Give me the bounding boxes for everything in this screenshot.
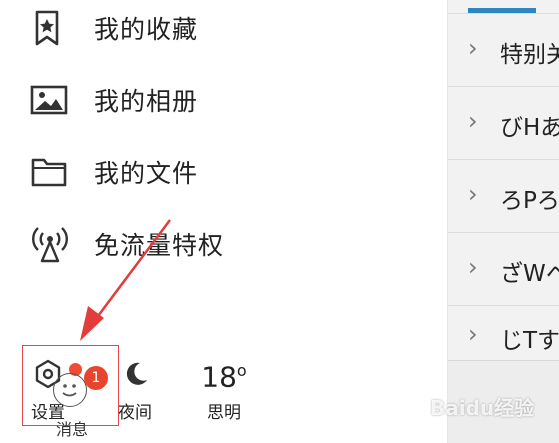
chevron-right-icon: › (468, 320, 478, 348)
list-item-title: 特别关 (500, 42, 559, 68)
menu-item-label: 免流量特权 (94, 231, 225, 260)
menu-item-files[interactable]: 我的文件 (30, 147, 410, 197)
chevron-right-icon: › (468, 180, 478, 208)
menu-item-label: 我的收藏 (94, 15, 199, 44)
chevron-right-icon: › (468, 34, 478, 62)
list-item-title: じTす (500, 328, 559, 354)
menu-item-label: 我的文件 (94, 159, 199, 188)
night-mode-button[interactable]: 夜间 (113, 358, 157, 423)
chevron-right-icon: › (468, 253, 478, 281)
temperature-value: 18 (201, 360, 237, 394)
menu-item-free-data[interactable]: 免流量特权 (30, 219, 410, 269)
weather-city-label: 思明 (207, 403, 241, 423)
unread-badge: 1 (84, 366, 108, 390)
weather-temperature: 18o (198, 352, 250, 394)
list-item-title: びHあ (500, 115, 559, 141)
bookmark-star-icon (30, 8, 74, 48)
list-item[interactable]: › ざWヘ (448, 233, 559, 306)
night-mode-label: 夜间 (118, 403, 152, 423)
folder-icon (30, 152, 74, 192)
chevron-right-icon: › (468, 107, 478, 135)
list-item[interactable]: › ろPろ (448, 160, 559, 233)
weather-widget[interactable]: 18o 思明 (198, 352, 250, 423)
message-tab-label[interactable]: 消息 (56, 416, 88, 440)
list-item-title: ざWヘ (500, 261, 559, 287)
image-icon (30, 80, 74, 120)
watermark: Baidu经验 (430, 396, 535, 420)
list-item[interactable]: › びHあ (448, 87, 559, 160)
temperature-unit: o (236, 361, 247, 380)
menu-item-favorites[interactable]: 我的收藏 (30, 3, 410, 53)
menu-item-label: 我的相册 (94, 87, 199, 116)
chat-list-panel: › 特别关 › びHあ › ろPろ › ざWヘ › じTす (447, 0, 559, 443)
list-item[interactable]: › 特别关 (448, 14, 559, 87)
menu-item-album[interactable]: 我的相册 (30, 75, 410, 125)
antenna-icon (30, 224, 74, 264)
smiley-message-icon[interactable] (53, 373, 87, 407)
moon-icon (113, 358, 157, 390)
list-item-title: ろPろ (500, 188, 559, 214)
